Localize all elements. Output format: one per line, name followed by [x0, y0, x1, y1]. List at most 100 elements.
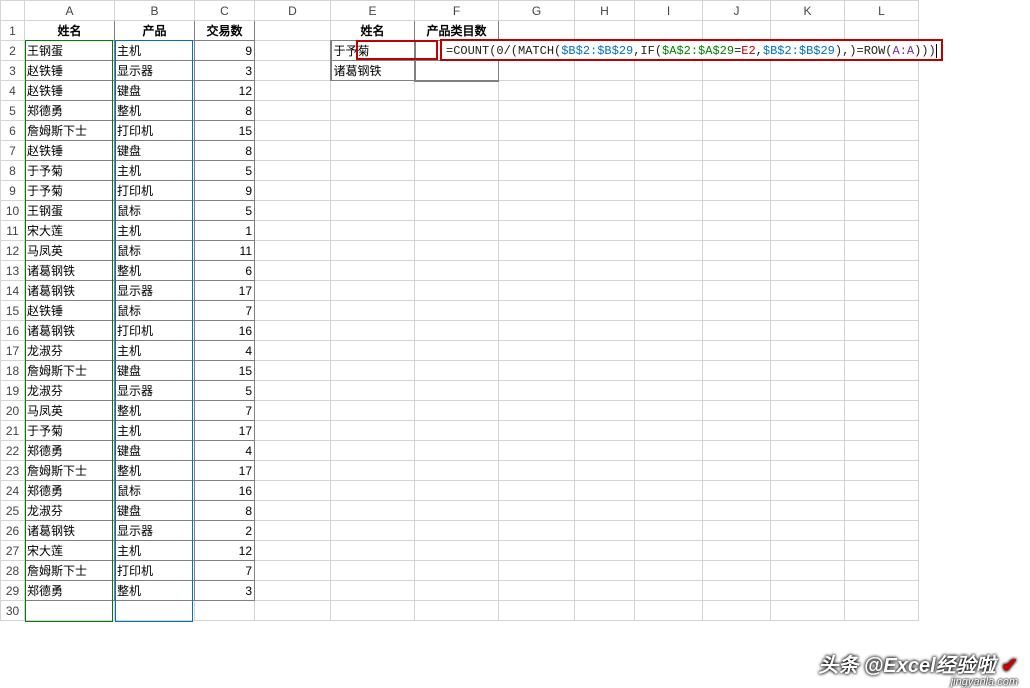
cell-C29[interactable]: 3	[195, 581, 255, 601]
cell-A13[interactable]: 诸葛钢铁	[25, 261, 115, 281]
cell-F28[interactable]	[415, 561, 499, 581]
cell-H27[interactable]	[575, 541, 635, 561]
cell-B22[interactable]: 键盘	[115, 441, 195, 461]
row-header-7[interactable]: 7	[1, 141, 25, 161]
cell-J1[interactable]	[703, 21, 771, 41]
cell-H30[interactable]	[575, 601, 635, 621]
cell-A25[interactable]: 龙淑芬	[25, 501, 115, 521]
cell-L8[interactable]	[845, 161, 919, 181]
cell-D30[interactable]	[255, 601, 331, 621]
cell-E7[interactable]	[331, 141, 415, 161]
cell-J27[interactable]	[703, 541, 771, 561]
cell-B14[interactable]: 显示器	[115, 281, 195, 301]
cell-F19[interactable]	[415, 381, 499, 401]
cell-E8[interactable]	[331, 161, 415, 181]
cell-G23[interactable]	[499, 461, 575, 481]
cell-B17[interactable]: 主机	[115, 341, 195, 361]
row-header-1[interactable]: 1	[1, 21, 25, 41]
cell-L5[interactable]	[845, 101, 919, 121]
cell-K12[interactable]	[771, 241, 845, 261]
cell-L23[interactable]	[845, 461, 919, 481]
cell-H24[interactable]	[575, 481, 635, 501]
cell-A16[interactable]: 诸葛钢铁	[25, 321, 115, 341]
column-header-L[interactable]: L	[845, 1, 919, 21]
cell-J12[interactable]	[703, 241, 771, 261]
row-header-8[interactable]: 8	[1, 161, 25, 181]
cell-J4[interactable]	[703, 81, 771, 101]
cell-I11[interactable]	[635, 221, 703, 241]
cell-J11[interactable]	[703, 221, 771, 241]
cell-C6[interactable]: 15	[195, 121, 255, 141]
cell-K4[interactable]	[771, 81, 845, 101]
cell-A9[interactable]: 于予菊	[25, 181, 115, 201]
cell-E9[interactable]	[331, 181, 415, 201]
cell-C2[interactable]: 9	[195, 41, 255, 61]
cell-G24[interactable]	[499, 481, 575, 501]
cell-G6[interactable]	[499, 121, 575, 141]
cell-G7[interactable]	[499, 141, 575, 161]
cell-C13[interactable]: 6	[195, 261, 255, 281]
cell-J17[interactable]	[703, 341, 771, 361]
row-header-19[interactable]: 19	[1, 381, 25, 401]
cell-H26[interactable]	[575, 521, 635, 541]
cell-I8[interactable]	[635, 161, 703, 181]
cell-E13[interactable]	[331, 261, 415, 281]
cell-C9[interactable]: 9	[195, 181, 255, 201]
cell-E16[interactable]	[331, 321, 415, 341]
cell-D23[interactable]	[255, 461, 331, 481]
cell-G10[interactable]	[499, 201, 575, 221]
cell-D4[interactable]	[255, 81, 331, 101]
cell-H10[interactable]	[575, 201, 635, 221]
cell-F6[interactable]	[415, 121, 499, 141]
cell-D15[interactable]	[255, 301, 331, 321]
cell-C27[interactable]: 12	[195, 541, 255, 561]
cell-F27[interactable]	[415, 541, 499, 561]
cell-K23[interactable]	[771, 461, 845, 481]
cell-E6[interactable]	[331, 121, 415, 141]
cell-B8[interactable]: 主机	[115, 161, 195, 181]
cell-K15[interactable]	[771, 301, 845, 321]
cell-H19[interactable]	[575, 381, 635, 401]
cell-I10[interactable]	[635, 201, 703, 221]
cell-A10[interactable]: 王钢蛋	[25, 201, 115, 221]
cell-B7[interactable]: 键盘	[115, 141, 195, 161]
cell-K19[interactable]	[771, 381, 845, 401]
cell-J23[interactable]	[703, 461, 771, 481]
cell-E19[interactable]	[331, 381, 415, 401]
cell-J3[interactable]	[703, 61, 771, 81]
cell-E4[interactable]	[331, 81, 415, 101]
cell-C12[interactable]: 11	[195, 241, 255, 261]
cell-B18[interactable]: 键盘	[115, 361, 195, 381]
cell-J9[interactable]	[703, 181, 771, 201]
cell-E23[interactable]	[331, 461, 415, 481]
cell-F11[interactable]	[415, 221, 499, 241]
cell-G19[interactable]	[499, 381, 575, 401]
cell-D20[interactable]	[255, 401, 331, 421]
cell-B16[interactable]: 打印机	[115, 321, 195, 341]
cell-I29[interactable]	[635, 581, 703, 601]
cell-A22[interactable]: 郑德勇	[25, 441, 115, 461]
cell-I7[interactable]	[635, 141, 703, 161]
cell-K25[interactable]	[771, 501, 845, 521]
cell-B2[interactable]: 主机	[115, 41, 195, 61]
row-header-27[interactable]: 27	[1, 541, 25, 561]
cell-F30[interactable]	[415, 601, 499, 621]
row-header-14[interactable]: 14	[1, 281, 25, 301]
cell-E12[interactable]	[331, 241, 415, 261]
cell-D22[interactable]	[255, 441, 331, 461]
cell-E18[interactable]	[331, 361, 415, 381]
cell-J16[interactable]	[703, 321, 771, 341]
row-header-6[interactable]: 6	[1, 121, 25, 141]
cell-D11[interactable]	[255, 221, 331, 241]
cell-L14[interactable]	[845, 281, 919, 301]
cell-F3[interactable]	[415, 61, 499, 81]
cell-K22[interactable]	[771, 441, 845, 461]
cell-D7[interactable]	[255, 141, 331, 161]
column-header-A[interactable]: A	[25, 1, 115, 21]
cell-E22[interactable]	[331, 441, 415, 461]
cell-B12[interactable]: 鼠标	[115, 241, 195, 261]
row-header-29[interactable]: 29	[1, 581, 25, 601]
cell-H21[interactable]	[575, 421, 635, 441]
cell-K14[interactable]	[771, 281, 845, 301]
cell-E1[interactable]: 姓名	[331, 21, 415, 41]
